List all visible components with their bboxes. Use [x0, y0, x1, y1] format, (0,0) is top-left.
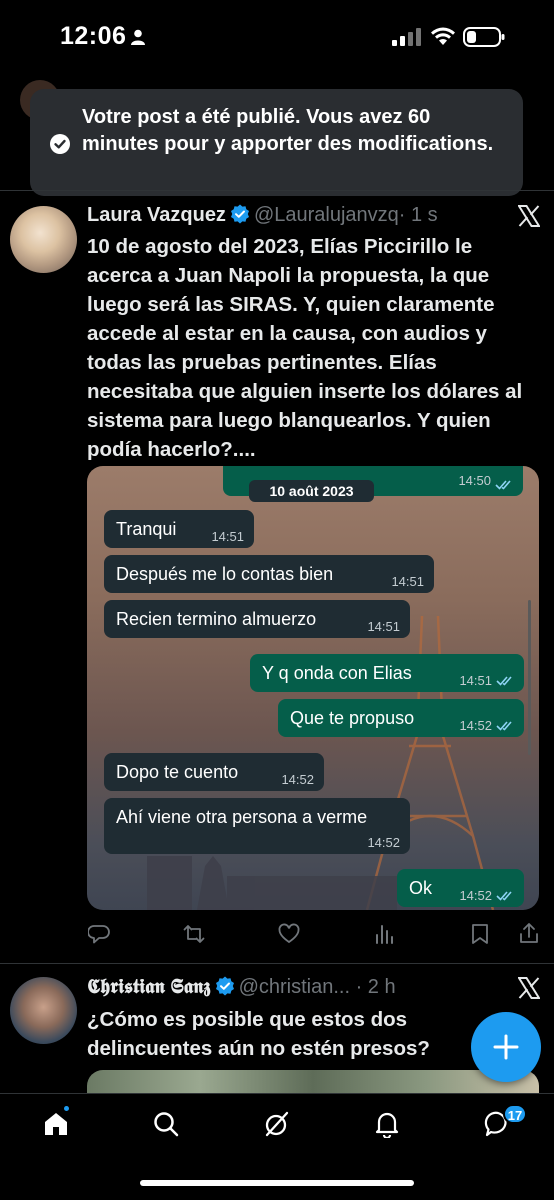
chat-message-bubble: Ahí viene otra persona a verme 14:52	[104, 798, 410, 854]
share-icon[interactable]	[518, 922, 540, 944]
signal-icon	[392, 28, 421, 46]
chat-message-bubble: Recien termino almuerzo 14:51	[104, 600, 410, 638]
grok-icon[interactable]	[263, 1110, 291, 1138]
message-text: Recien termino almuerzo	[116, 609, 317, 629]
author-avatar[interactable]	[10, 977, 77, 1044]
scrollbar	[528, 600, 531, 755]
chat-message-bubble: Dopo te cuento 14:52	[104, 753, 324, 791]
double-check-icon	[496, 676, 512, 686]
tweet-media-image[interactable]	[87, 1070, 539, 1093]
double-check-icon	[496, 891, 512, 901]
message-time: 14:51	[367, 619, 400, 634]
message-time: 14:51	[391, 574, 424, 589]
message-text: Ok	[409, 878, 433, 898]
message-time: 14:52	[367, 835, 400, 850]
divider	[0, 963, 554, 964]
notifications-icon[interactable]	[373, 1110, 401, 1138]
plus-icon	[493, 1034, 519, 1060]
home-icon[interactable]	[42, 1110, 70, 1138]
chat-message-bubble: Ok 14:52	[397, 869, 524, 907]
double-check-icon	[496, 721, 512, 731]
message-text: Que te propuso	[290, 708, 415, 728]
x-logo-icon	[518, 205, 540, 227]
author-handle[interactable]: @Lauralujanvzq	[254, 204, 399, 226]
wifi-icon	[431, 27, 455, 45]
toast-message: Votre post a été publié. Vous avez 60 mi…	[82, 106, 494, 155]
message-time: 14:51	[211, 529, 244, 544]
search-icon[interactable]	[152, 1110, 180, 1138]
like-icon[interactable]	[278, 923, 300, 945]
tweet-header: Laura Vazquez @Lauralujanvzq· 1 s	[87, 204, 438, 227]
chat-screenshot-image[interactable]: 14:50 10 août 2023 Tranqui 14:51 Después…	[87, 466, 539, 910]
message-text: Después me lo contas bien	[116, 564, 334, 584]
author-name[interactable]: 𝕮𝖍𝖗𝖎𝖘𝖙𝖎𝖆𝖓 𝕾𝖆𝖓𝖟	[87, 976, 211, 998]
status-time: 12:06	[60, 22, 127, 50]
message-text: Ahí viene otra persona a verme	[116, 807, 368, 827]
bookmark-icon[interactable]	[469, 923, 491, 945]
chat-message-bubble: Después me lo contas bien 14:51	[104, 555, 434, 593]
check-circle-icon	[50, 134, 70, 154]
message-text: Dopo te cuento	[116, 762, 239, 782]
date-chip: 10 août 2023	[249, 480, 374, 502]
divider	[0, 190, 554, 191]
verified-icon	[215, 976, 234, 996]
status-bar: 12:06	[0, 0, 554, 78]
message-text: Tranqui	[116, 519, 177, 539]
x-logo-icon	[518, 977, 540, 999]
author-avatar[interactable]	[10, 206, 77, 273]
chat-message-bubble: Tranqui 14:51	[104, 510, 254, 548]
message-time: 14:50	[458, 473, 491, 488]
tweet-text: 10 de agosto del 2023, Elías Piccirillo …	[87, 235, 523, 461]
compose-button[interactable]	[471, 1012, 541, 1082]
double-check-icon	[495, 480, 511, 490]
battery-icon	[463, 27, 505, 47]
tweet-time[interactable]: · 1 s	[399, 204, 438, 226]
message-time: 14:52	[281, 772, 314, 787]
chat-message-bubble: Y q onda con Elias 14:51	[250, 654, 524, 692]
views-icon[interactable]	[374, 923, 396, 945]
author-handle[interactable]: @christian...	[239, 976, 350, 998]
repost-icon[interactable]	[183, 923, 205, 945]
tweet-text: ¿Cómo es posible que estos dos delincuen…	[87, 1008, 430, 1060]
tweet-time[interactable]: · 2 h	[356, 976, 396, 998]
verified-icon	[230, 204, 249, 224]
reply-icon[interactable]	[88, 923, 110, 945]
author-name[interactable]: Laura Vazquez	[87, 204, 226, 226]
messages-badge: 17	[503, 1104, 527, 1124]
message-time: 14:51	[459, 673, 492, 688]
chat-message-bubble: Que te propuso 14:52	[278, 699, 524, 737]
message-time: 14:52	[459, 888, 492, 903]
home-indicator	[140, 1180, 414, 1186]
person-icon	[131, 29, 145, 45]
tweet-header: 𝕮𝖍𝖗𝖎𝖘𝖙𝖎𝖆𝖓 𝕾𝖆𝖓𝖟 @christian... · 2 h	[87, 976, 396, 999]
message-time: 14:52	[459, 718, 492, 733]
message-text: Y q onda con Elias	[262, 663, 412, 683]
